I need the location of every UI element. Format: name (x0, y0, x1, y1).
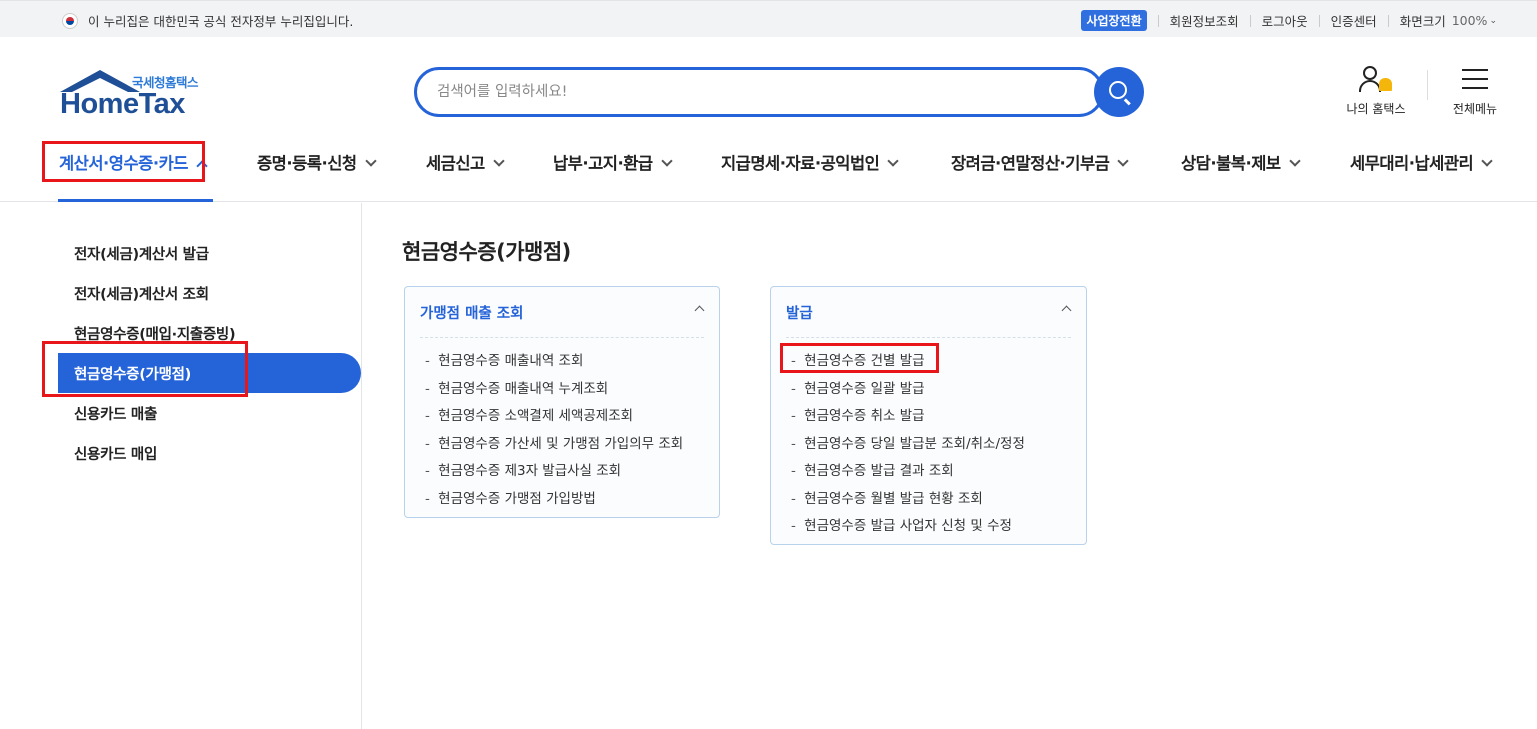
nav-item-payment[interactable]: 납부·고지·환급 (553, 150, 673, 174)
search-input[interactable] (437, 70, 1037, 114)
divider (420, 337, 704, 338)
sidebar: 전자(세금)계산서 발급 전자(세금)계산서 조회 현금영수증(매입·지출증빙)… (0, 203, 362, 729)
list-item[interactable]: 현금영수증 가맹점 가입방법 (425, 487, 683, 515)
card-title[interactable]: 가맹점 매출 조회 (420, 302, 523, 323)
gov-notice: 이 누리집은 대한민국 공식 전자정부 누리집입니다. (62, 11, 353, 30)
list-item[interactable]: 현금영수증 소액결제 세액공제조회 (425, 404, 683, 432)
business-switch-button[interactable]: 사업장전환 (1081, 10, 1147, 31)
nav-item-label: 증명·등록·신청 (257, 154, 357, 173)
list-item[interactable]: 현금영수증 매출내역 조회 (425, 349, 683, 377)
divider (786, 337, 1071, 338)
divider (1249, 14, 1251, 27)
merchant-sales-card: 가맹점 매출 조회 현금영수증 매출내역 조회 현금영수증 매출내역 누계조회 … (404, 286, 720, 518)
nav-item-payment-statement[interactable]: 지급명세·자료·공익법인 (721, 150, 900, 174)
nav-item-tax-filing[interactable]: 세금신고 (426, 150, 505, 174)
search-button[interactable] (1094, 67, 1144, 117)
sidebar-item-credit-card-purchase[interactable]: 신용카드 매입 (74, 443, 157, 464)
nav-item-label: 세금신고 (426, 154, 485, 173)
utility-links: 사업장전환 회원정보조회 로그아웃 인증센터 화면크기 100% ⌄ (1081, 10, 1497, 31)
main-nav: 계산서·영수증·카드 증명·등록·신청 세금신고 납부·고지·환급 지급명세·자… (0, 140, 1537, 202)
chevron-up-icon[interactable] (1061, 305, 1072, 316)
highlight-box (780, 343, 939, 373)
list-item[interactable]: 현금영수증 일괄 발급 (791, 377, 1025, 405)
cert-center-link[interactable]: 인증센터 (1331, 11, 1377, 30)
hometax-logo[interactable]: 국세청홈택스 HomeTax (58, 70, 218, 120)
sidebar-item-e-invoice-issue[interactable]: 전자(세금)계산서 발급 (74, 243, 209, 264)
nav-item-tax-agent[interactable]: 세무대리·납세관리 (1350, 150, 1493, 174)
nav-item-label: 납부·고지·환급 (553, 154, 653, 173)
my-hometax-button[interactable]: 나의 홈택스 (1340, 64, 1412, 117)
nav-item-certification[interactable]: 증명·등록·신청 (257, 150, 377, 174)
nav-item-label: 세무대리·납세관리 (1350, 154, 1474, 173)
chevron-down-icon (887, 155, 900, 167)
list-item[interactable]: 현금영수증 당일 발급분 조회/취소/정정 (791, 432, 1025, 460)
sidebar-item-e-invoice-inquiry[interactable]: 전자(세금)계산서 조회 (74, 283, 209, 304)
gov-notice-text: 이 누리집은 대한민국 공식 전자정부 누리집입니다. (88, 14, 354, 29)
nav-item-incentive[interactable]: 장려금·연말정산·기부금 (951, 150, 1130, 174)
page-title: 현금영수증(가맹점) (402, 240, 571, 264)
divider (1157, 14, 1159, 27)
highlight-box (42, 341, 248, 397)
korea-flag-icon (62, 12, 78, 29)
all-menu-label: 전체메뉴 (1452, 102, 1498, 116)
logo-title: HomeTax (60, 88, 185, 120)
nav-item-label: 지급명세·자료·공익법인 (721, 154, 880, 173)
chevron-down-icon (493, 155, 505, 167)
list-item[interactable]: 현금영수증 발급 사업자 신청 및 수정 (791, 514, 1025, 542)
issue-card: 발급 현금영수증 건별 발급 현금영수증 일괄 발급 현금영수증 취소 발급 현… (770, 286, 1087, 545)
chevron-down-icon (1288, 155, 1301, 167)
all-menu-button[interactable]: 전체메뉴 (1446, 64, 1504, 117)
screen-size-label: 화면크기 (1399, 14, 1446, 29)
member-info-link[interactable]: 회원정보조회 (1170, 11, 1239, 30)
chevron-down-icon (1481, 155, 1493, 167)
divider (1427, 70, 1428, 100)
card-title[interactable]: 발급 (786, 302, 813, 323)
divider (1387, 14, 1389, 27)
link-list: 현금영수증 매출내역 조회 현금영수증 매출내역 누계조회 현금영수증 소액결제… (425, 349, 683, 514)
nav-item-consultation[interactable]: 상담·불복·제보 (1181, 150, 1301, 174)
chevron-down-icon (364, 155, 377, 167)
list-item[interactable]: 현금영수증 가산세 및 가맹점 가입의무 조회 (425, 432, 683, 460)
search-bar (414, 67, 1104, 117)
nav-item-label: 상담·불복·제보 (1181, 154, 1281, 173)
chevron-up-icon[interactable] (694, 305, 705, 316)
chevron-down-icon[interactable]: ⌄ (1489, 16, 1497, 26)
hamburger-icon (1462, 64, 1488, 96)
gov-banner: 이 누리집은 대한민국 공식 전자정부 누리집입니다. 사업장전환 회원정보조회… (0, 0, 1537, 37)
list-item[interactable]: 현금영수증 월별 발급 현황 조회 (791, 487, 1025, 515)
list-item[interactable]: 현금영수증 제3자 발급사실 조회 (425, 459, 683, 487)
user-bell-icon (1359, 64, 1393, 96)
my-hometax-label: 나의 홈택스 (1346, 102, 1406, 116)
active-nav-indicator (58, 199, 213, 202)
link-list: 현금영수증 건별 발급 현금영수증 일괄 발급 현금영수증 취소 발급 현금영수… (791, 349, 1025, 542)
logout-link[interactable]: 로그아웃 (1262, 11, 1308, 30)
list-item[interactable]: 현금영수증 매출내역 누계조회 (425, 377, 683, 405)
divider (1318, 14, 1320, 27)
chevron-down-icon (1117, 155, 1130, 167)
highlight-box (42, 141, 205, 182)
chevron-down-icon (660, 155, 673, 167)
list-item[interactable]: 현금영수증 발급 결과 조회 (791, 459, 1025, 487)
zoom-select[interactable]: 100% (1452, 13, 1488, 28)
sidebar-item-credit-card-sales[interactable]: 신용카드 매출 (74, 403, 157, 424)
list-item[interactable]: 현금영수증 취소 발급 (791, 404, 1025, 432)
nav-item-label: 장려금·연말정산·기부금 (951, 154, 1110, 173)
